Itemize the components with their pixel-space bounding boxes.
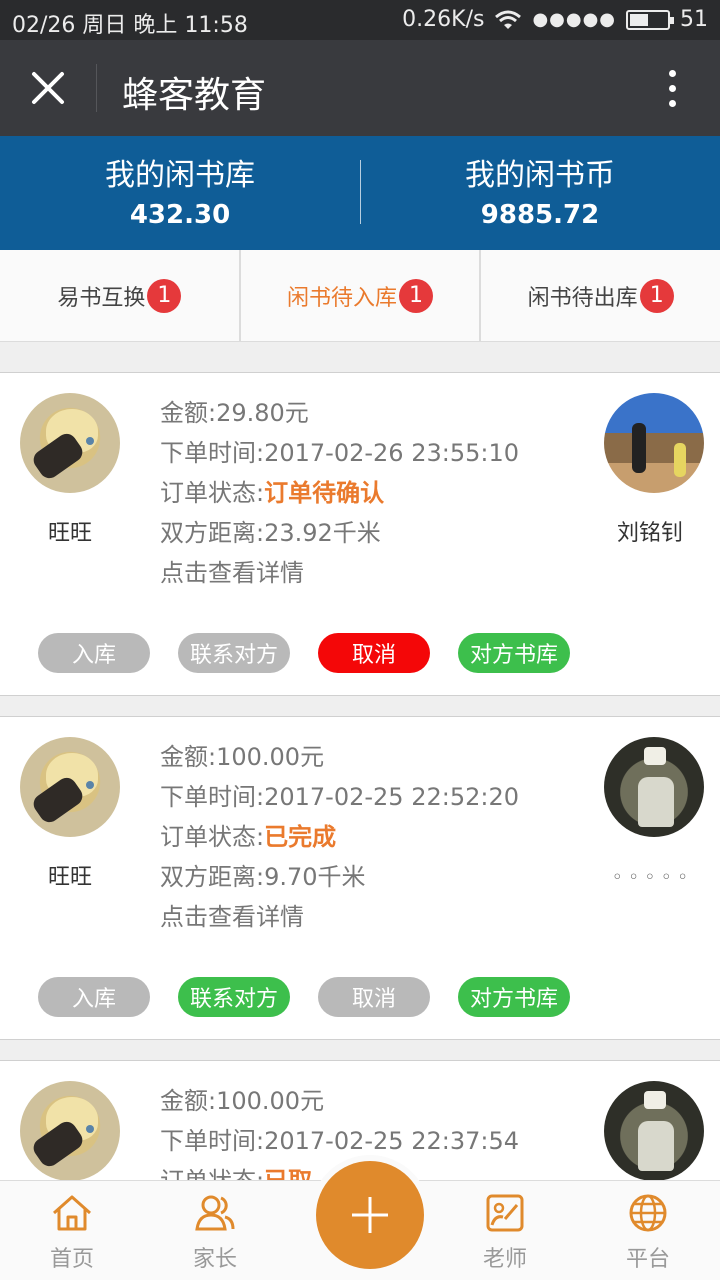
coins-stat[interactable]: 我的闲书币 9885.72: [360, 136, 720, 250]
teacher-board-icon: [486, 1194, 524, 1232]
nav-parents[interactable]: 家长: [155, 1191, 275, 1273]
order-time: 下单时间:2017-02-25 22:52:20: [160, 783, 519, 811]
order-distance: 双方距离:9.70千米: [160, 863, 366, 891]
inbound-button[interactable]: 入库: [38, 977, 150, 1017]
tab-book-exchange[interactable]: 易书互换 1: [0, 250, 241, 341]
order-amount: 金额:100.00元: [160, 1087, 325, 1115]
other-avatar[interactable]: [604, 737, 704, 837]
nav-label: 家长: [192, 1247, 237, 1272]
order-detail-link[interactable]: 点击查看详情: [160, 897, 519, 937]
title-bar: 蜂客教育: [0, 40, 720, 136]
battery-icon: [626, 9, 674, 30]
library-value: 432.30: [129, 200, 231, 230]
wifi-icon: [495, 10, 522, 29]
nav-teachers[interactable]: 老师: [445, 1191, 565, 1273]
my-avatar[interactable]: [20, 737, 120, 837]
my-name: 旺旺: [47, 865, 92, 890]
tab-badge: 1: [639, 278, 674, 313]
close-icon: [32, 72, 64, 104]
library-label: 我的闲书库: [105, 158, 255, 193]
app-root: 02/26 周日 晚上 11:58 0.26K/s ●●●●● 51 蜂客教育: [0, 0, 720, 1280]
title-divider: [96, 64, 97, 112]
add-button[interactable]: [316, 1161, 424, 1269]
order-actions: 入库 联系对方 取消 对方书库: [38, 633, 570, 673]
order-distance: 双方距离:23.92千米: [160, 519, 381, 547]
status-weekday: 周日: [82, 13, 127, 38]
nav-label: 首页: [49, 1247, 94, 1272]
order-card[interactable]: 旺旺 金额:29.80元 下单时间:2017-02-26 23:55:10 订单…: [0, 372, 720, 696]
coins-value: 9885.72: [480, 200, 600, 230]
nav-label: 老师: [482, 1247, 527, 1272]
tab-bar: 易书互换 1 闲书待入库 1 闲书待出库 1: [0, 250, 720, 342]
other-library-button[interactable]: 对方书库: [458, 977, 570, 1017]
order-info: 金额:100.00元 下单时间:2017-02-25 22:52:20 订单状态…: [160, 737, 519, 937]
contact-button[interactable]: 联系对方: [178, 633, 290, 673]
my-name: 旺旺: [47, 521, 92, 546]
tab-pending-inbound[interactable]: 闲书待入库 1: [241, 250, 482, 341]
battery-fill: [630, 13, 648, 26]
contact-button[interactable]: 联系对方: [178, 977, 290, 1017]
nav-home[interactable]: 首页: [12, 1191, 132, 1273]
status-datetime: 02/26 周日 晚上 11:58: [12, 7, 248, 39]
order-amount: 金额:100.00元: [160, 743, 325, 771]
other-library-button[interactable]: 对方书库: [458, 633, 570, 673]
tab-label: 易书互换: [57, 285, 146, 311]
library-stat[interactable]: 我的闲书库 432.30: [0, 136, 360, 250]
cancel-button[interactable]: 取消: [318, 633, 430, 673]
more-dot-icon: [668, 84, 676, 92]
my-avatar[interactable]: [20, 393, 120, 493]
coins-label: 我的闲书币: [465, 158, 615, 193]
more-menu-button[interactable]: [648, 64, 696, 112]
order-time: 下单时间:2017-02-26 23:55:10: [160, 439, 519, 467]
status-bar: 02/26 周日 晚上 11:58 0.26K/s ●●●●● 51: [0, 0, 720, 40]
tab-label: 闲书待出库: [527, 285, 638, 311]
order-card[interactable]: 旺旺 金额:100.00元 下单时间:2017-02-25 22:52:20 订…: [0, 716, 720, 1040]
status-badge: 已完成: [264, 823, 337, 851]
other-name: ◦ ◦ ◦ ◦ ◦: [612, 867, 688, 888]
network-speed: 0.26K/s: [402, 7, 485, 32]
tab-badge: 1: [399, 278, 434, 313]
tab-pending-outbound[interactable]: 闲书待出库 1: [481, 250, 720, 341]
plus-icon: [352, 1197, 388, 1233]
nav-label: 平台: [625, 1247, 670, 1272]
status-period: 晚上: [133, 13, 178, 38]
order-amount: 金额:29.80元: [160, 399, 309, 427]
order-detail-link[interactable]: 点击查看详情: [160, 553, 519, 593]
other-name: 刘铭钊: [616, 521, 683, 546]
cancel-button[interactable]: 取消: [318, 977, 430, 1017]
more-dot-icon: [668, 69, 676, 77]
other-avatar[interactable]: [604, 1081, 704, 1181]
more-dot-icon: [668, 99, 676, 107]
status-indicators: 0.26K/s ●●●●● 51: [402, 7, 708, 32]
tab-badge: 1: [147, 278, 182, 313]
signal-icon: ●●●●●: [532, 9, 616, 30]
order-status: 订单状态:订单待确认: [160, 479, 385, 507]
user-icon: [195, 1195, 235, 1231]
status-date: 02/26: [12, 13, 76, 38]
status-badge: 订单待确认: [264, 479, 385, 507]
nav-platform[interactable]: 平台: [588, 1191, 708, 1273]
my-avatar[interactable]: [20, 1081, 120, 1181]
battery-percent: 51: [680, 7, 708, 32]
status-time: 11:58: [184, 13, 248, 38]
page-title: 蜂客教育: [122, 75, 267, 116]
order-time: 下单时间:2017-02-25 22:37:54: [160, 1127, 519, 1155]
globe-icon: [629, 1194, 667, 1232]
home-icon: [53, 1195, 91, 1231]
inbound-button[interactable]: 入库: [38, 633, 150, 673]
stats-banner: 我的闲书库 432.30 我的闲书币 9885.72: [0, 136, 720, 250]
order-info: 金额:29.80元 下单时间:2017-02-26 23:55:10 订单状态:…: [160, 393, 519, 593]
order-status: 订单状态:已完成: [160, 823, 337, 851]
order-actions: 入库 联系对方 取消 对方书库: [38, 977, 570, 1017]
bottom-nav: 首页 家长 老师 平台: [0, 1161, 720, 1280]
close-button[interactable]: [20, 60, 76, 116]
tab-label: 闲书待入库: [287, 285, 398, 311]
other-avatar[interactable]: [604, 393, 704, 493]
